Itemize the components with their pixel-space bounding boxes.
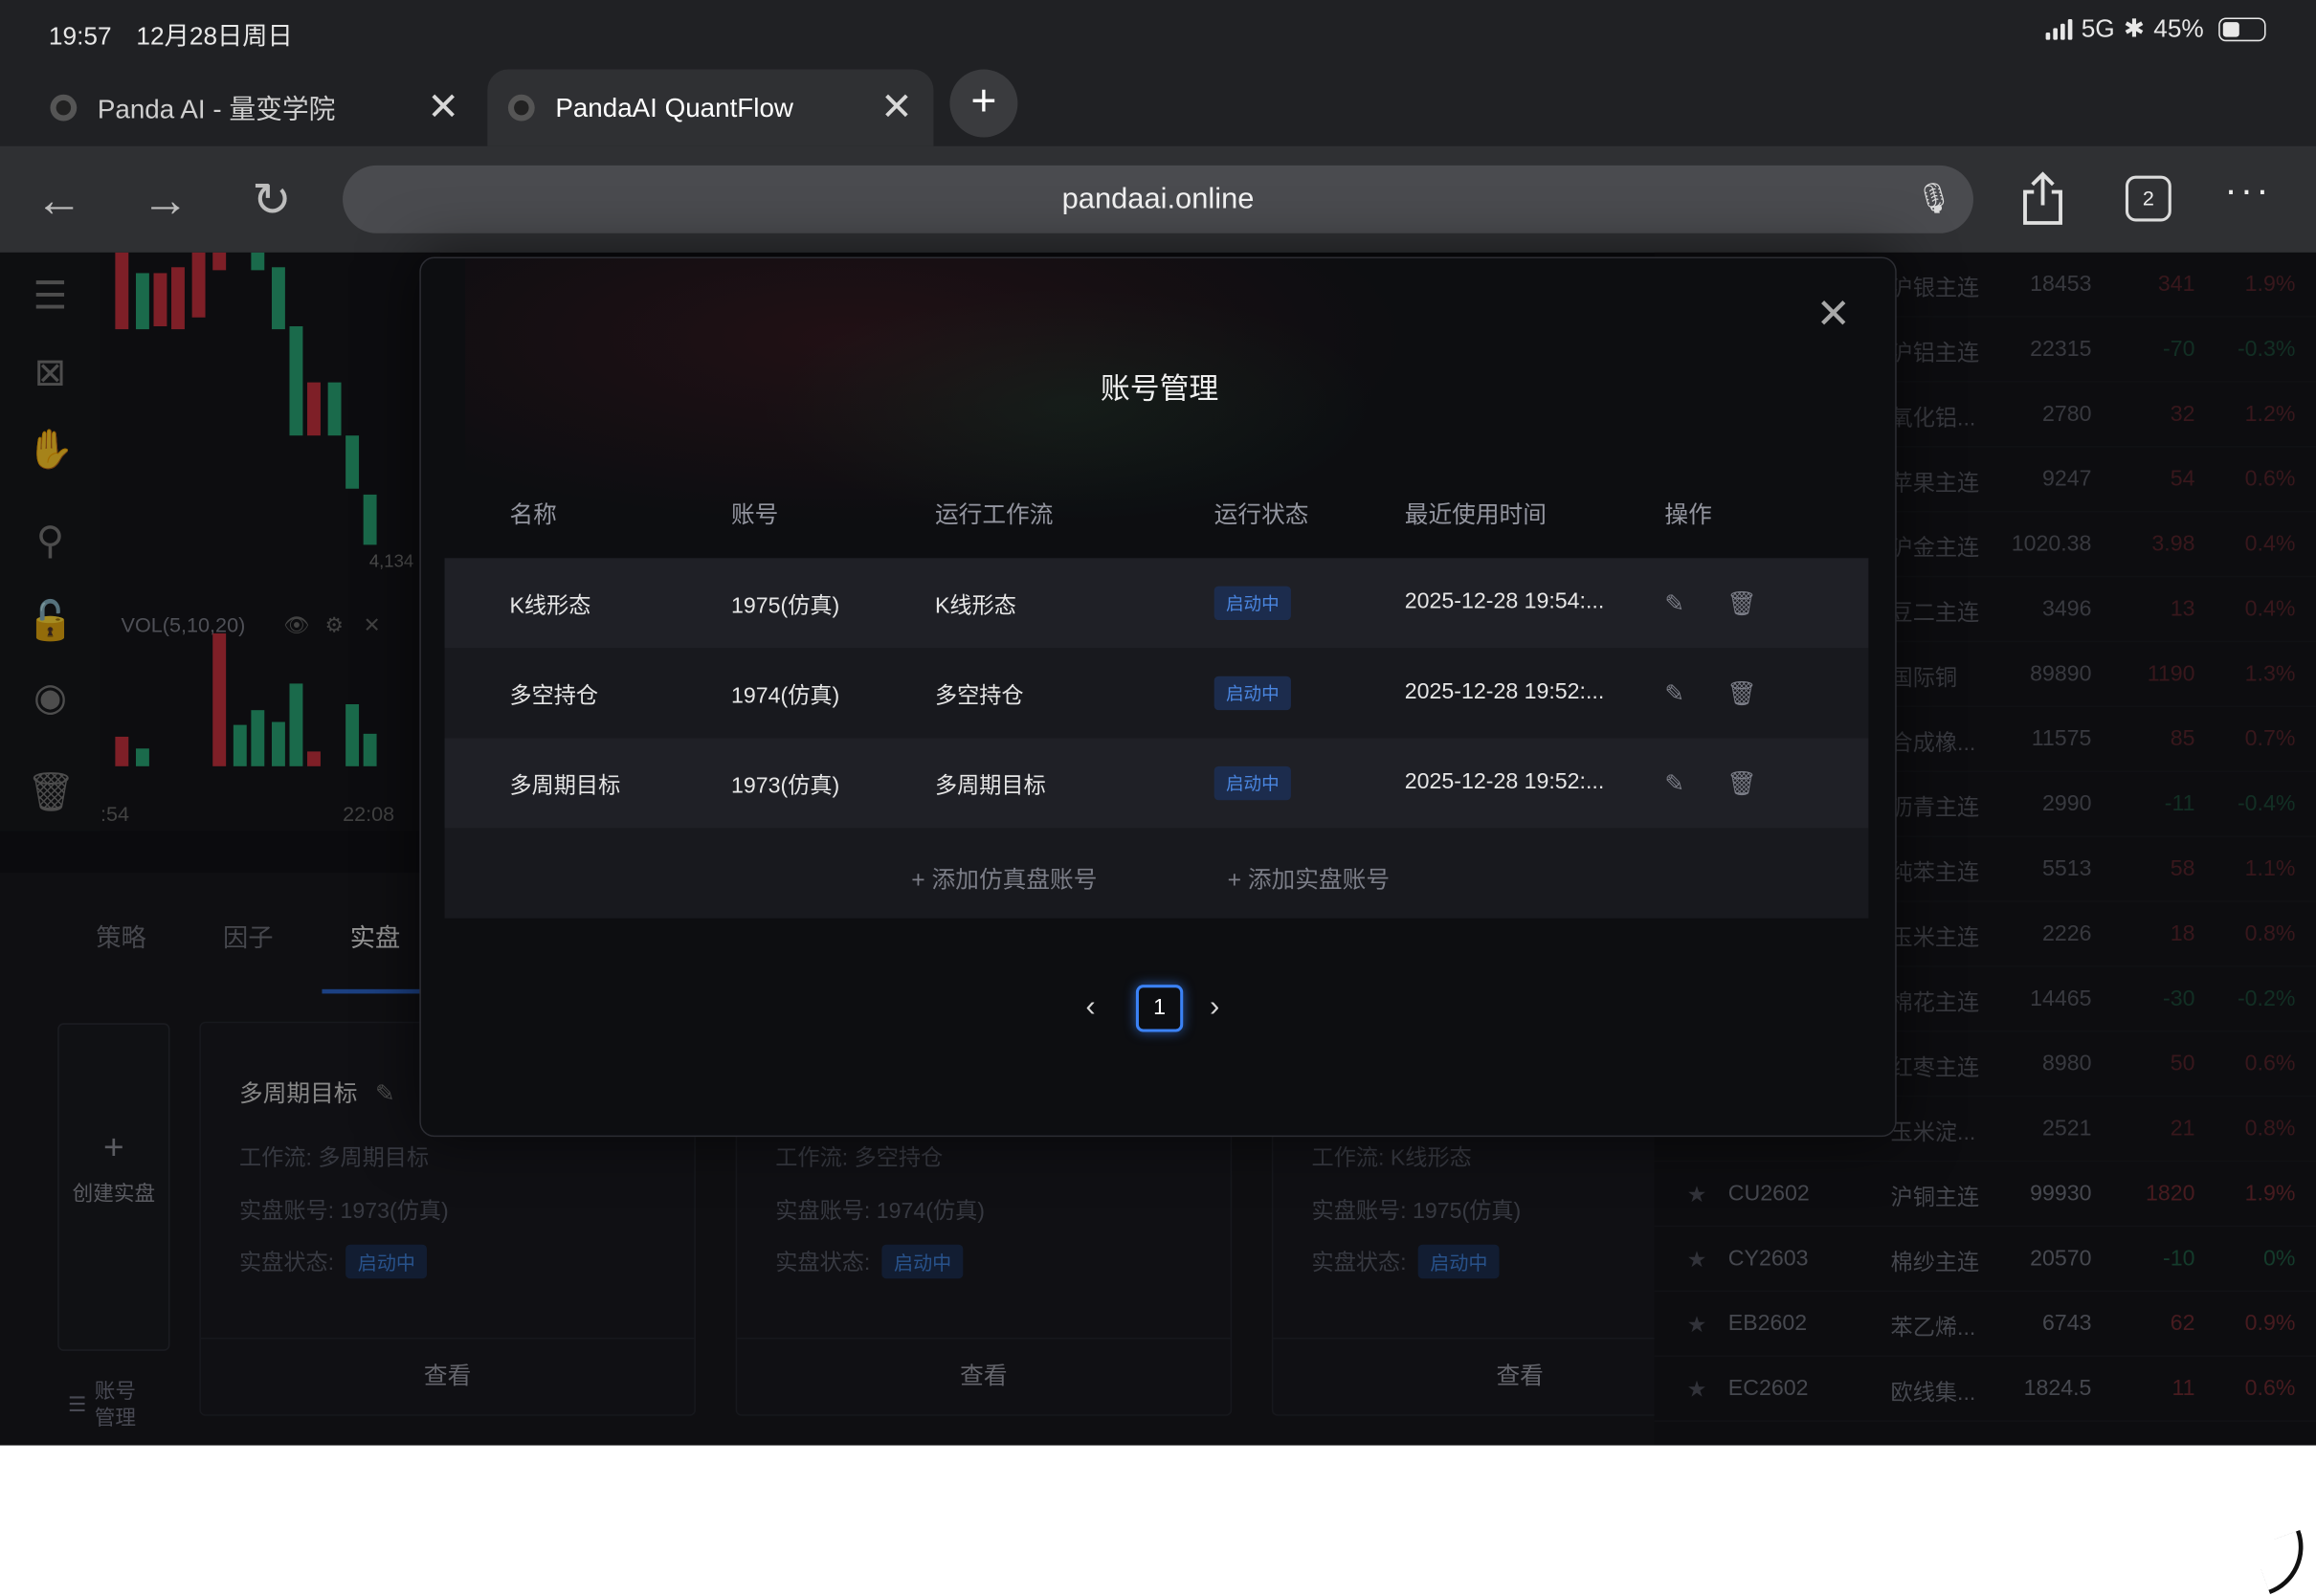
col-workflow: 运行工作流 [934,503,1054,529]
battery-percent: 45% [2153,14,2204,43]
account-name: K线形态 [509,593,591,619]
signal-icon [2045,19,2073,40]
delete-icon[interactable]: 🗑 [1726,589,1756,619]
status-badge: 启动中 [1214,586,1291,621]
next-page-icon[interactable]: › [1210,990,1219,1024]
share-icon[interactable] [2020,169,2064,226]
status-right: 5G ✱ 45% [2045,14,2266,44]
last-used-time: 2025-12-28 19:52:... [1404,678,1605,705]
status-badge: 启动中 [1214,765,1291,801]
microphone-icon[interactable]: 🎙 [1915,166,1952,233]
col-status: 运行状态 [1214,503,1309,529]
clock: 19:57 [48,22,112,51]
browser-chrome: 19:57 12月28日周日 5G ✱ 45% Panda AI - 量变学院 … [0,0,2316,253]
panda-favicon-icon [507,94,535,122]
browser-tab-2[interactable]: PandaAI QuantFlow ✕ [487,69,934,146]
add-real-account-button[interactable]: + 添加实盘账号 [1228,859,1390,895]
account-id: 1975(仿真) [730,593,840,619]
tab-title: PandaAI QuantFlow [555,92,793,122]
close-icon[interactable]: ✕ [1816,293,1851,335]
workflow-name: 多周期目标 [934,773,1046,799]
workflow-name: K线形态 [934,593,1016,619]
page-number-button[interactable]: 1 [1135,985,1184,1032]
tab-title: Panda AI - 量变学院 [97,94,336,124]
table-header: 名称 账号 运行工作流 运行状态 最近使用时间 操作 [421,495,1895,560]
account-name: 多空持仓 [509,683,599,709]
status-badge: 启动中 [1214,676,1291,711]
browser-toolbar: ← → ↻ pandaai.online 🎙 2 ··· [0,145,2316,253]
status-bar: 19:57 12月28日周日 5G ✱ 45% [0,0,2316,59]
col-name: 名称 [509,503,557,529]
edit-icon[interactable]: ✎ [1664,679,1684,709]
add-sim-account-button[interactable]: + 添加仿真盘账号 [911,859,1097,895]
add-account-row: + 添加仿真盘账号 + 添加实盘账号 [444,828,1869,919]
network-label: 5G [2081,14,2115,43]
forward-arrow-icon[interactable]: → [133,166,198,232]
screen: 19:57 12月28日周日 5G ✱ 45% Panda AI - 量变学院 … [0,0,2316,1596]
browser-tab-1[interactable]: Panda AI - 量变学院 ✕ [30,70,480,146]
col-account: 账号 [730,503,779,529]
back-arrow-icon[interactable]: ← [27,166,92,232]
col-actions: 操作 [1664,503,1712,529]
close-tab-icon[interactable]: ✕ [880,87,913,125]
delete-icon[interactable]: 🗑 [1726,769,1756,799]
tab-count-button[interactable]: 2 [2125,175,2171,222]
panda-favicon-icon [50,94,78,122]
last-used-time: 2025-12-28 19:54:... [1404,588,1605,614]
table-row: K线形态 1975(仿真) K线形态 启动中 2025-12-28 19:54:… [444,558,1869,649]
account-name: 多周期目标 [509,773,621,799]
delete-icon[interactable]: 🗑 [1726,679,1756,709]
status-time: 19:57 12月28日周日 [49,14,293,52]
edit-icon[interactable]: ✎ [1664,589,1684,619]
account-id: 1973(仿真) [730,773,840,799]
bluetooth-icon: ✱ [2123,14,2145,43]
account-id: 1974(仿真) [730,683,840,709]
date: 12月28日周日 [136,22,293,51]
reload-icon[interactable]: ↻ [239,166,304,232]
battery-icon [2218,17,2266,42]
new-tab-button[interactable]: + [949,69,1018,138]
blank-area [0,1445,2316,1596]
table-row: 多周期目标 1973(仿真) 多周期目标 启动中 2025-12-28 19:5… [444,738,1869,829]
prev-page-icon[interactable]: ‹ [1085,990,1095,1024]
last-used-time: 2025-12-28 19:52:... [1404,768,1605,795]
address-bar[interactable]: pandaai.online 🎙 [343,165,1973,233]
url-text: pandaai.online [1061,183,1255,216]
more-options-icon[interactable]: ··· [2224,166,2271,212]
pagination: ‹ 1 › [421,985,1895,1034]
close-tab-icon[interactable]: ✕ [427,87,459,125]
account-manage-dialog: ✕ 账号管理 名称 账号 运行工作流 运行状态 最近使用时间 操作 K线形态 1… [419,256,1897,1138]
edit-icon[interactable]: ✎ [1664,769,1684,799]
dialog-title: 账号管理 [1100,373,1219,407]
col-last-used: 最近使用时间 [1404,503,1547,529]
table-row: 多空持仓 1974(仿真) 多空持仓 启动中 2025-12-28 19:52:… [444,648,1869,739]
workflow-name: 多空持仓 [934,683,1024,709]
